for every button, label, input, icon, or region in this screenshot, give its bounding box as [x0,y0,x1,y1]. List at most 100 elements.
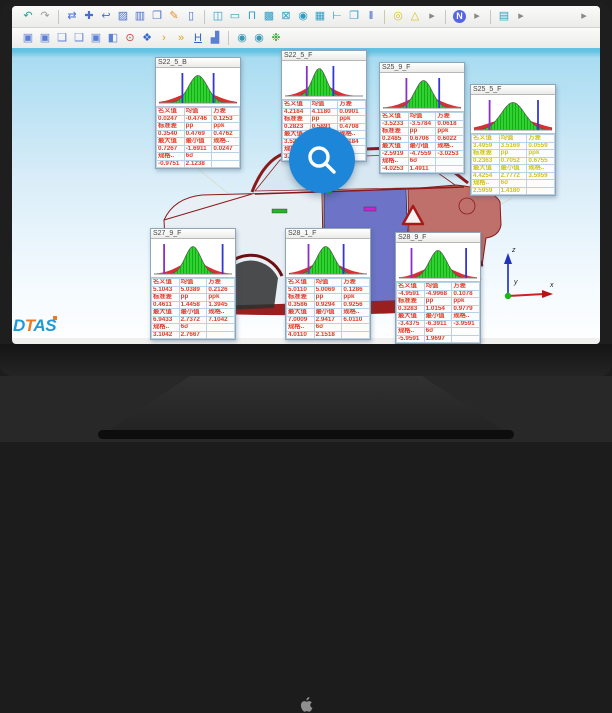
stat-panel-S28_9_F[interactable]: S28_9_F名义值均值方差-4.9591-4.99680.1078标准差ppp… [395,232,481,344]
column-chart-3d-icon[interactable]: ▟ [207,31,223,46]
datum-target-icon[interactable]: ◎ [390,9,406,24]
stat-cell: 标准差 [283,116,311,124]
distribution-histogram [156,68,240,107]
stat-cell [436,158,464,166]
stat-cell: 最大值 [472,165,500,173]
h-dimension-icon[interactable]: H [190,31,206,46]
stat-cell: 4.0110 [287,331,315,339]
dropdown-arrow-icon[interactable]: ▸ [424,9,440,24]
monitor-base [98,430,514,439]
measurement-report-icon[interactable]: ▤ [496,9,512,24]
stat-cell: 0.1078 [452,290,480,298]
stat-cell: 0.6755 [527,157,555,165]
split-columns-icon[interactable]: ◫ [210,9,226,24]
dropdown-arrow-icon[interactable]: ▸ [576,9,592,24]
report-chart-icon[interactable]: ▨ [115,9,131,24]
undo-icon[interactable]: ↶ [20,9,36,24]
fixture-top-icon[interactable]: ▣ [37,31,53,46]
stat-cell: 名义值 [157,108,185,116]
viewport[interactable]: z y x DTAS S22_5_B名义值均值方差0.0247-0.47460.… [12,48,600,338]
stat-cell: 0.2126 [207,286,235,294]
stat-cell: 1.4911 [408,165,436,173]
stat-cell: -3.5784 [408,120,436,128]
solid-view-icon[interactable]: ❑ [54,31,70,46]
dashed-vector-icon[interactable]: » [173,31,189,46]
single-window-icon[interactable]: ▭ [227,9,243,24]
stat-panel-title[interactable]: S28_1_F [286,229,370,239]
stat-cell: 最大值 [287,309,315,317]
dropdown-arrow-icon[interactable]: ▸ [469,9,485,24]
y-axis-origin [505,293,511,299]
stat-cell [452,335,480,343]
locator-pin-icon[interactable]: ⊙ [122,31,138,46]
stat-panel-title[interactable]: S22_5_B [156,58,240,68]
snowflake-icon[interactable]: ❉ [268,31,284,46]
stat-cell: 0.0901 [338,108,366,116]
stat-cell [212,153,240,161]
stat-panel-title[interactable]: S27_9_F [151,229,235,239]
stat-panel-S28_1_F[interactable]: S28_1_F名义值均值方差5.01105.00690.1286标准差ppppk… [285,228,371,340]
stat-cell: 名义值 [381,113,409,121]
page-flip-icon[interactable]: ❐ [346,9,362,24]
point-cloud-icon[interactable]: ▩ [261,9,277,24]
vector-arrow-icon[interactable]: › [156,31,172,46]
stat-cell: 标准差 [381,128,409,136]
stat-panel-S25_5_F[interactable]: S25_5_F名义值均值方差3.49593.51690.0559标准差ppppk… [470,84,556,196]
angle-measure-icon[interactable]: △ [407,9,423,24]
copy-report-icon[interactable]: ❐ [149,9,165,24]
screen: ↶↷⇄✚↩▨▥❐✎▯◫▭Π▩⊠◉▦⊢❐‖◎△▸N▸▤▸▸ ▣▣❑❑▣◧⊙❖›»H… [12,6,600,344]
pillar-view-icon[interactable]: Π [244,9,260,24]
axis-triad: z y x [480,246,564,312]
zoom-search-button[interactable] [289,127,355,193]
redo-icon[interactable]: ↷ [37,9,53,24]
sphere-tool-icon[interactable]: N [453,10,466,23]
stat-cell: 均值 [314,279,342,287]
stat-cell: 3.4959 [472,142,500,150]
stat-panel-S22_5_B[interactable]: S22_5_B名义值均值方差0.0247-0.47460.1253标准差pppp… [155,57,241,169]
stat-cell: -4.9968 [424,290,452,298]
load-backup-icon[interactable]: ↩ [98,9,114,24]
stat-cell: 最小值 [184,138,212,146]
fixture-front-icon[interactable]: ▣ [20,31,36,46]
solid-shaded-icon[interactable]: ❑ [71,31,87,46]
distribution-histogram [380,73,464,112]
parallel-planes-icon[interactable]: ‖ [363,9,379,24]
stat-cell: 最小值 [499,165,527,173]
stat-panel-S25_9_F[interactable]: S25_9_F名义值均值方差-3.5233-3.57840.0618标准差ppp… [379,62,465,174]
tolerance-cylinder-icon[interactable]: ◉ [234,31,250,46]
stat-panel-title[interactable]: S22_5_F [282,51,366,61]
stat-cell: 标准差 [287,294,315,302]
section-view-icon[interactable]: ⊠ [278,9,294,24]
stat-panel-S27_9_F[interactable]: S27_9_F名义值均值方差5.10435.03890.2126标准差ppppk… [150,228,236,340]
stat-cell: 规格.. [397,328,425,336]
stat-cell: ppk [342,294,370,302]
clamp-tool-icon[interactable]: ⊢ [329,9,345,24]
stat-cell: 2.7667 [179,331,207,339]
stat-panel-title[interactable]: S28_9_F [396,233,480,243]
stat-cell: 最小值 [314,309,342,317]
fixture-iso-icon[interactable]: ▣ [88,31,104,46]
stat-cell: 规格.. [342,309,370,317]
mesh-view-icon[interactable]: ▦ [312,9,328,24]
stat-cell: pp [310,116,338,124]
report-histogram-icon[interactable]: ▥ [132,9,148,24]
tolerance-cylinder2-icon[interactable]: ◉ [251,31,267,46]
stat-cell: 标准差 [152,294,180,302]
stat-cell: 3.5169 [499,142,527,150]
export-data-icon[interactable]: ▯ [183,9,199,24]
edit-report-icon[interactable]: ✎ [166,9,182,24]
stat-cell: ppk [338,116,366,124]
cube-measure-icon[interactable]: ◧ [105,31,121,46]
add-document-icon[interactable]: ✚ [81,9,97,24]
stat-cell: ppk [207,294,235,302]
stat-cell: -2.5919 [381,150,409,158]
circle-select-icon[interactable]: ◉ [295,9,311,24]
dropdown-arrow-icon[interactable]: ▸ [513,9,529,24]
stat-cell: 0.7052 [499,157,527,165]
import-model-icon[interactable]: ⇄ [64,9,80,24]
stat-panel-title[interactable]: S25_9_F [380,63,464,73]
stat-cell: 0.3283 [397,305,425,313]
stat-panel-title[interactable]: S25_5_F [471,85,555,95]
axis-system-icon[interactable]: ❖ [139,31,155,46]
stat-cell: 7.1042 [207,316,235,324]
